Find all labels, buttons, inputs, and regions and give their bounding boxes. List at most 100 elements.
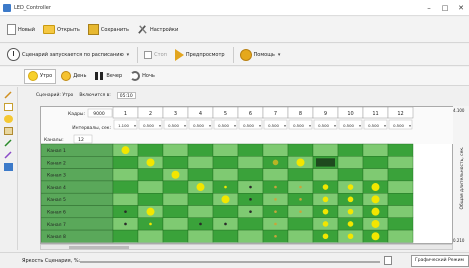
grid-marker[interactable] xyxy=(371,195,380,204)
pencil-icon[interactable] xyxy=(4,139,13,147)
grid-cell[interactable] xyxy=(337,156,364,169)
grid-marker[interactable] xyxy=(274,198,277,201)
grid-marker[interactable] xyxy=(322,221,329,227)
grid-marker[interactable] xyxy=(371,219,380,228)
grid-marker[interactable] xyxy=(146,158,155,167)
grid-marker[interactable] xyxy=(274,185,277,189)
grid-canvas[interactable]: Кадры: 9000 Интервалы, сек: Каналы: 12 1 1.100… xyxy=(40,106,454,245)
grid-cell[interactable] xyxy=(362,143,389,157)
grid-marker[interactable] xyxy=(249,210,252,213)
grid-marker[interactable] xyxy=(371,183,380,192)
grid-cell[interactable] xyxy=(212,205,239,219)
grid-cell[interactable] xyxy=(162,205,189,219)
grid-marker[interactable] xyxy=(124,222,127,226)
maximize-button[interactable]: □ xyxy=(437,0,453,15)
grid-cell[interactable] xyxy=(162,217,189,231)
channel-grid[interactable]: Кадры: 9000 Интервалы, сек: Каналы: 12 1 1.100… xyxy=(40,106,454,245)
tab-morning[interactable]: Утро xyxy=(24,68,57,84)
grid-cell[interactable] xyxy=(162,192,189,206)
help-button[interactable]: Помощь ▾ xyxy=(237,45,284,65)
grid-cell[interactable] xyxy=(262,168,289,182)
grid-cell[interactable] xyxy=(312,168,339,182)
brush-icon[interactable] xyxy=(4,91,13,99)
schedule-button[interactable]: Сценарий запускается по расписанию ▾ xyxy=(4,45,132,65)
grid-cell[interactable] xyxy=(287,143,314,157)
grid-cell[interactable] xyxy=(162,143,189,157)
grid-marker[interactable] xyxy=(322,196,329,203)
grid-cell[interactable] xyxy=(237,156,264,169)
grid-cell[interactable] xyxy=(237,217,264,231)
grid-cell[interactable] xyxy=(387,143,414,157)
grid-marker[interactable] xyxy=(322,233,329,240)
grid-cell[interactable] xyxy=(237,143,264,157)
grid-marker[interactable] xyxy=(299,198,302,201)
grid-marker[interactable] xyxy=(371,232,380,241)
grid-cell[interactable] xyxy=(212,168,239,182)
grid-cell[interactable] xyxy=(212,229,239,243)
grid-cell[interactable] xyxy=(337,168,364,182)
slider-thumb[interactable] xyxy=(384,256,392,265)
grid-cell[interactable] xyxy=(387,217,414,231)
grid-cell[interactable] xyxy=(137,229,164,243)
grid-marker[interactable] xyxy=(171,170,180,179)
grid-cell[interactable] xyxy=(137,192,164,206)
grid-cell[interactable] xyxy=(112,168,139,182)
grid-marker[interactable] xyxy=(299,185,302,189)
grid-cell[interactable] xyxy=(237,229,264,243)
grid-cell[interactable] xyxy=(112,192,139,206)
light-icon[interactable] xyxy=(4,115,13,123)
grid-cell[interactable] xyxy=(387,229,414,243)
graphic-mode-button[interactable]: Графический Режим xyxy=(411,255,469,267)
grid-marker[interactable] xyxy=(199,222,202,226)
tab-day[interactable]: День xyxy=(58,69,89,84)
grid-marker[interactable] xyxy=(146,207,155,216)
grid-cell[interactable] xyxy=(362,168,389,182)
grid-cell[interactable] xyxy=(212,143,239,157)
grid-marker[interactable] xyxy=(249,198,252,201)
grid-cell[interactable] xyxy=(387,192,414,206)
grid-marker[interactable] xyxy=(224,222,227,226)
grid-marker[interactable] xyxy=(221,195,230,204)
save-button[interactable]: Сохранить xyxy=(85,20,132,40)
grid-marker[interactable] xyxy=(149,222,152,226)
start-time-field[interactable]: 05:10 xyxy=(116,92,136,99)
grid-cell[interactable] xyxy=(112,229,139,243)
grid-marker[interactable] xyxy=(299,210,302,213)
grid-cell[interactable] xyxy=(187,192,214,206)
grid-marker[interactable] xyxy=(196,183,205,192)
minimize-button[interactable]: – xyxy=(421,0,437,15)
grid-marker[interactable] xyxy=(322,184,329,190)
grid-marker[interactable] xyxy=(371,207,380,216)
grid-cell[interactable] xyxy=(312,143,339,157)
grid-cell[interactable] xyxy=(137,180,164,194)
grid-marker[interactable] xyxy=(224,185,227,189)
frame-icon[interactable] xyxy=(4,103,13,111)
grid-cell[interactable] xyxy=(187,143,214,157)
grid-cell[interactable] xyxy=(337,143,364,157)
grid-marker[interactable] xyxy=(347,196,354,203)
grid-marker[interactable] xyxy=(322,208,329,215)
grid-cell[interactable] xyxy=(212,156,239,169)
wand-icon[interactable] xyxy=(4,151,13,159)
grid-block[interactable] xyxy=(316,158,335,167)
open-button[interactable]: Открыть xyxy=(40,20,83,40)
grid-cell[interactable] xyxy=(187,156,214,169)
grid-marker[interactable] xyxy=(249,185,252,189)
grid-cell[interactable] xyxy=(262,143,289,157)
table-icon[interactable] xyxy=(4,127,13,135)
grid-cell[interactable] xyxy=(387,156,414,169)
close-button[interactable]: ✕ xyxy=(453,0,469,15)
new-button[interactable]: Новый xyxy=(4,20,38,40)
grid-cell[interactable] xyxy=(387,168,414,182)
grid-cell[interactable] xyxy=(187,229,214,243)
grid-marker[interactable] xyxy=(272,159,279,166)
grid-marker[interactable] xyxy=(274,222,277,226)
grid-cell[interactable] xyxy=(362,156,389,169)
grid-cell[interactable] xyxy=(137,168,164,182)
grid-cell[interactable] xyxy=(162,180,189,194)
grid-cell[interactable] xyxy=(387,180,414,194)
stop-button[interactable]: Стоп xyxy=(141,45,170,65)
grid-cell[interactable] xyxy=(287,168,314,182)
settings-button[interactable]: Настройки xyxy=(134,20,181,40)
grid-cell[interactable] xyxy=(287,229,314,243)
